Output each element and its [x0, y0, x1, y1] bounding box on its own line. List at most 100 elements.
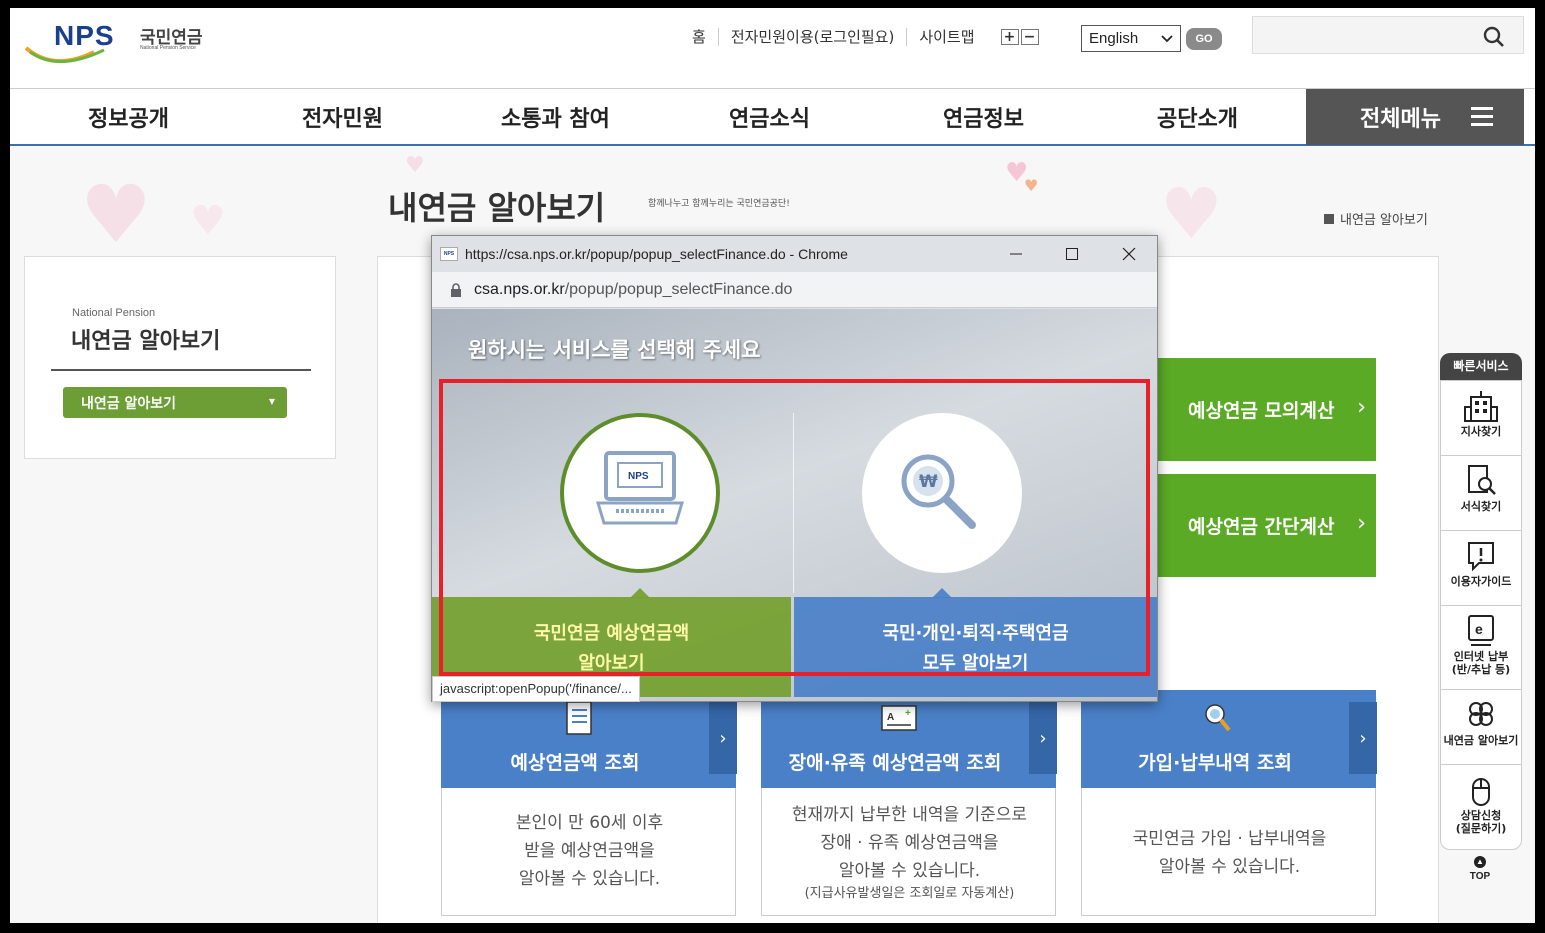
quick-menu-list: 지사찾기 서식찾기 이용자가이드 e 인터넷 납부 (반/추납 등) 내연금 알…: [1440, 380, 1522, 850]
maximize-button[interactable]: [1044, 236, 1100, 272]
popup-address-bar[interactable]: csa.nps.or.kr/popup/popup_selectFinance.…: [432, 272, 1157, 308]
nps-logo[interactable]: NPS 국민연금 National Pension Service: [24, 20, 224, 70]
logo-english: National Pension Service: [140, 45, 196, 51]
left-menu-select-label: 내연금 알아보기: [81, 396, 177, 412]
card-desc-line: 받을 예상연금액을: [524, 841, 655, 861]
card-header: 예상연금액 조회 ›: [441, 690, 737, 788]
expected-pension-card[interactable]: 예상연금액 조회 › 본인이 만 60세 이후 받을 예상연금액을 알아볼 수 …: [441, 690, 737, 916]
util-home-link[interactable]: 홈: [680, 28, 719, 46]
left-menu-english: National Pension: [72, 307, 156, 319]
language-select[interactable]: English: [1081, 25, 1181, 52]
document-search-icon: [1468, 465, 1496, 495]
quick-my-pension[interactable]: 내연금 알아보기: [1441, 690, 1521, 765]
svg-text:A: A: [887, 712, 894, 723]
quick-branch-finder[interactable]: 지사찾기: [1441, 381, 1521, 456]
chevron-down-icon: [1161, 34, 1173, 42]
font-decrease-button[interactable]: −: [1020, 29, 1039, 45]
notebook-icon: [566, 701, 592, 735]
arrow-up-icon: ▲: [1474, 856, 1486, 868]
left-menu-select[interactable]: 내연금 알아보기 ▼: [63, 387, 287, 418]
quick-consultation[interactable]: 상담신청 (질문하기): [1441, 765, 1521, 849]
breadcrumb: 내연금 알아보기: [1324, 209, 1428, 228]
left-menu: National Pension 내연금 알아보기 내연금 알아보기 ▼: [24, 256, 336, 459]
all-menu-button[interactable]: 전체메뉴: [1306, 89, 1524, 145]
popup-heading: 원하시는 서비스를 선택해 주세요: [468, 338, 761, 362]
breadcrumb-current: 내연금 알아보기: [1340, 213, 1428, 228]
minimize-icon: [1010, 253, 1022, 255]
card-desc-line: 본인이 만 60세 이후: [515, 813, 664, 833]
building-icon: [1464, 391, 1498, 422]
popup-url: csa.nps.or.kr/popup/popup_selectFinance.…: [474, 281, 792, 299]
quick-item-label: 인터넷 납부 (반/추납 등): [1451, 650, 1511, 676]
chevron-right-icon[interactable]: ›: [709, 702, 737, 774]
mouse-icon: [1472, 778, 1490, 806]
heart-decoration-icon: ♥: [1024, 176, 1039, 195]
mock-calc-card[interactable]: 예상연금 모의계산 ›: [1148, 358, 1376, 461]
quick-item-label: 내연금 알아보기: [1443, 734, 1519, 747]
simple-calc-card[interactable]: 예상연금 간단계산 ›: [1148, 474, 1376, 577]
util-sitemap-link[interactable]: 사이트맵: [907, 28, 986, 46]
card-header: A + 장애·유족 예상연금액 조회 ›: [761, 690, 1057, 788]
popup-content: 원하시는 서비스를 선택해 주세요 NPS 국민연금 예상연금액 알아보기 ₩ …: [432, 309, 1157, 701]
main-nav: 정보공개 전자민원 소통과 참여 연금소식 연금정보 공단소개 전체메뉴: [10, 88, 1535, 146]
card-description: 현재까지 납부한 내역을 기준으로 장애 · 유족 예상연금액을 알아볼 수 있…: [762, 801, 1057, 903]
caret-down-icon: ▼: [268, 397, 275, 406]
card-desc-line: 알아볼 수 있습니다.: [518, 869, 661, 889]
chevron-right-icon[interactable]: ›: [1029, 702, 1057, 774]
card-title: 장애·유족 예상연금액 조회: [788, 752, 1002, 774]
quick-service-menu: 빠른서비스 지사찾기 서식찾기 이용자가이드 e 인터넷 납부 (반/추납 등)…: [1440, 353, 1522, 903]
card-desc-line: 국민연금 가입 · 납부내역을: [1132, 829, 1327, 849]
page-title: 내연금 알아보기: [388, 189, 606, 227]
chevron-right-icon: ›: [1357, 395, 1366, 420]
card-desc-line: 장애 · 유족 예상연금액을: [820, 833, 999, 853]
chevron-right-icon[interactable]: ›: [1349, 702, 1377, 774]
heart-decoration-icon: ♥: [405, 153, 425, 178]
language-selected: English: [1089, 30, 1139, 47]
card-desc-line: 알아볼 수 있습니다.: [838, 861, 981, 881]
chevron-right-icon: ›: [1357, 511, 1366, 536]
minimize-button[interactable]: [988, 236, 1044, 272]
page-subtitle: 함께나누고 함께누리는 국민연금공단!: [648, 199, 790, 209]
utility-nav: 홈 전자민원이용(로그인필요) 사이트맵 + −: [680, 26, 1067, 48]
search-input[interactable]: [1252, 16, 1524, 54]
nav-pension-info[interactable]: 연금정보: [943, 101, 1024, 133]
card-note: (지급사유발생일은 조회일로 자동계산): [804, 886, 1015, 901]
font-increase-button[interactable]: +: [1000, 29, 1019, 45]
lock-icon[interactable]: [450, 283, 462, 297]
quick-form-finder[interactable]: 서식찾기: [1441, 456, 1521, 531]
url-domain: csa.nps.or.kr: [474, 281, 565, 298]
quick-item-label: 지사찾기: [1460, 425, 1502, 438]
nav-pension-news[interactable]: 연금소식: [729, 101, 810, 133]
subscription-history-card[interactable]: 가입·납부내역 조회 › 국민연금 가입 · 납부내역을 알아볼 수 있습니다.: [1081, 690, 1377, 916]
language-go-button[interactable]: GO: [1186, 28, 1222, 50]
util-eservice-link[interactable]: 전자민원이용(로그인필요): [719, 28, 908, 46]
card-desc-line: 알아볼 수 있습니다.: [1158, 857, 1301, 877]
close-button[interactable]: [1101, 236, 1157, 272]
quick-item-label: 이용자가이드: [1450, 575, 1512, 588]
card-title: 가입·납부내역 조회: [1138, 752, 1292, 774]
quick-item-label: 상담신청 (질문하기): [1455, 809, 1507, 835]
font-size-controls: + −: [1000, 29, 1041, 45]
home-icon[interactable]: [1324, 213, 1334, 224]
scroll-top-button[interactable]: ▲ TOP: [1465, 856, 1495, 882]
nav-e-service[interactable]: 전자민원: [302, 101, 383, 133]
heart-decoration-icon: ♥: [190, 198, 226, 244]
clover-icon: [1469, 702, 1493, 726]
simple-calc-label: 예상연금 간단계산: [1188, 516, 1335, 538]
nav-communication[interactable]: 소통과 참여: [501, 101, 610, 133]
svg-text:e: e: [1475, 621, 1483, 637]
nav-about[interactable]: 공단소개: [1157, 101, 1238, 133]
magnifier-icon: [1205, 704, 1231, 732]
heart-decoration-icon: ♥: [1160, 173, 1223, 255]
all-menu-label: 전체메뉴: [1360, 107, 1441, 132]
browser-page: NPS 국민연금 National Pension Service 홈 전자민원…: [10, 8, 1535, 923]
nav-info-disclosure[interactable]: 정보공개: [88, 101, 169, 133]
search-icon[interactable]: [1483, 26, 1505, 48]
quick-internet-payment[interactable]: e 인터넷 납부 (반/추납 등): [1441, 606, 1521, 690]
disability-survivor-card[interactable]: A + 장애·유족 예상연금액 조회 › 현재까지 납부한 내역을 기준으로 장…: [761, 690, 1057, 916]
quick-menu-header: 빠른서비스: [1440, 353, 1522, 380]
popup-titlebar[interactable]: NPS https://csa.nps.or.kr/popup/popup_se…: [432, 236, 1157, 272]
quick-user-guide[interactable]: 이용자가이드: [1441, 531, 1521, 606]
card-desc-line: 현재까지 납부한 내역을 기준으로: [791, 805, 1028, 825]
exclamation-bubble-icon: [1468, 542, 1494, 572]
